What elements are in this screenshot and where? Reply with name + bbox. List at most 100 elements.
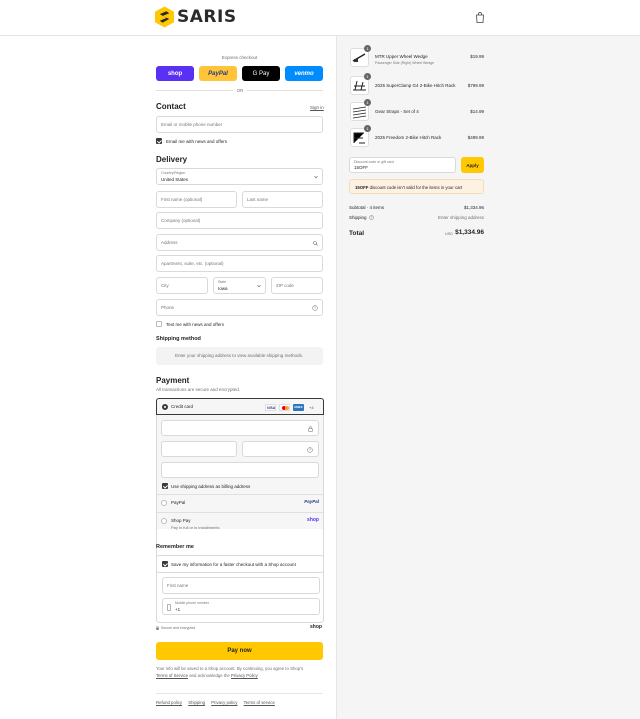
remember-first-name-field[interactable]: First name	[162, 577, 320, 594]
item-quantity-badge: 1	[364, 73, 371, 80]
subtotal-label: Subtotal · 4 items	[349, 205, 385, 210]
help-circle-icon[interactable]: ?	[312, 305, 318, 311]
footer-link-terms[interactable]: Terms of service	[244, 700, 275, 705]
mobile-phone-field[interactable]: Mobile phone number +1	[162, 598, 320, 615]
last-name-field[interactable]: Last name	[242, 191, 323, 208]
paypal-option-label: PayPal	[171, 500, 186, 505]
visa-icon: VISA	[265, 404, 276, 411]
paypal-radio[interactable]	[161, 500, 167, 506]
item-name: Gear Straps - Set of 4	[375, 109, 419, 114]
apply-button[interactable]: Apply	[461, 157, 484, 173]
lock-icon	[156, 626, 159, 630]
text-news-label: Text me with news and offers	[166, 322, 224, 327]
discount-code-field[interactable]: Discount code or gift card 15OFF	[349, 157, 456, 173]
text-news-checkbox[interactable]	[156, 321, 162, 327]
product-thumbnail: 1	[350, 45, 371, 67]
company-field[interactable]: Company (optional)	[156, 212, 323, 229]
city-field[interactable]: City	[156, 277, 208, 294]
pay-now-label: Pay now	[227, 648, 252, 654]
shopping-bag-icon[interactable]	[475, 12, 485, 23]
email-news-checkbox[interactable]	[156, 138, 162, 144]
checkout-form: Express checkout shop PayPal G Pay venmo…	[0, 36, 337, 719]
svg-text:?: ?	[314, 306, 316, 310]
address-field[interactable]: Address	[156, 234, 323, 251]
security-code-field[interactable]: ?	[242, 441, 319, 457]
billing-same-label: Use shipping address as billing address	[171, 484, 251, 489]
first-name-placeholder: First name (optional)	[161, 197, 203, 202]
paypal-express-button[interactable]: PayPal	[199, 66, 237, 81]
paypal-option[interactable]: PayPal PayPal	[157, 495, 323, 512]
save-info-label: Save my information for a faster checkou…	[171, 562, 296, 567]
credit-card-label: Credit card	[171, 404, 194, 409]
shop-footer-logo: shop	[310, 624, 322, 630]
svg-text:?: ?	[371, 216, 373, 220]
remember-me-heading: Remember me	[156, 544, 194, 550]
brand-name: SARIS	[177, 7, 237, 27]
google-pay-button[interactable]: G Pay	[242, 66, 280, 81]
delivery-heading: Delivery	[156, 155, 188, 164]
help-circle-icon[interactable]: ?	[369, 215, 374, 220]
shop-pay-express-button[interactable]: shop	[156, 66, 194, 81]
phone-placeholder: Phone	[161, 305, 175, 310]
mastercard-icon	[279, 404, 290, 411]
pay-now-button[interactable]: Pay now	[156, 642, 323, 660]
billing-same-checkbox[interactable]	[162, 483, 168, 489]
gpay-label: G Pay	[252, 70, 270, 77]
save-info-checkbox[interactable]	[162, 561, 168, 567]
shop-pay-option[interactable]: Shop Pay Pay in full or in installments …	[157, 513, 323, 535]
item-price: $19.99	[470, 54, 484, 59]
item-variant: Passenger Side (Right) Wheel Wedge	[375, 61, 435, 65]
name-on-card-field[interactable]	[161, 462, 319, 478]
express-checkout-title: Express checkout	[221, 55, 258, 60]
phone-field[interactable]: Phone ?	[156, 299, 323, 316]
shop-privacy-link[interactable]: Privacy Policy	[231, 673, 258, 678]
paypal-label: PayPal	[208, 70, 228, 77]
footer-link-refund[interactable]: Refund policy	[156, 700, 182, 705]
amex-icon: AMEX	[293, 404, 304, 411]
email-placeholder: Email or mobile phone number	[161, 122, 223, 127]
discount-value: 15OFF	[354, 165, 369, 170]
payment-heading: Payment	[156, 376, 190, 385]
shipping-method-message: Enter your shipping address to view avai…	[175, 353, 304, 358]
footer-link-privacy[interactable]: Privacy policy	[211, 700, 237, 705]
country-select[interactable]: Country/Region United States	[156, 168, 323, 185]
shipping-method-box: Enter your shipping address to view avai…	[156, 347, 323, 365]
item-price: $799.99	[467, 83, 484, 88]
svg-text:?: ?	[309, 448, 311, 452]
saris-logo[interactable]: SARIS	[155, 6, 237, 28]
credit-card-option[interactable]: Credit card VISA AMEX +4	[156, 398, 324, 415]
item-price: $499.99	[467, 135, 484, 140]
apartment-field[interactable]: Apartment, suite, etc. (optional)	[156, 255, 323, 272]
shop-pay-option-label: Shop Pay	[171, 518, 191, 523]
shop-pay-label: shop	[167, 70, 183, 77]
footer-link-shipping[interactable]: Shipping	[188, 700, 205, 705]
payment-subtitle: All transactions are secure and encrypte…	[156, 387, 241, 392]
state-select[interactable]: State Iowa	[213, 277, 266, 294]
expiry-field[interactable]	[161, 441, 237, 457]
mobile-phone-label: Mobile phone number	[175, 601, 209, 605]
sign-in-link[interactable]: Sign in	[310, 105, 324, 110]
mobile-phone-value: +1	[175, 607, 181, 612]
country-label: Country/Region	[161, 171, 186, 175]
last-name-placeholder: Last name	[247, 197, 269, 202]
help-circle-icon[interactable]: ?	[307, 447, 313, 453]
discount-label: Discount code or gift card	[354, 160, 394, 164]
card-number-field[interactable]	[161, 420, 319, 436]
item-quantity-badge: 1	[364, 45, 371, 52]
search-icon	[313, 241, 318, 246]
credit-card-radio[interactable]	[162, 404, 168, 410]
first-name-field[interactable]: First name (optional)	[156, 191, 237, 208]
address-placeholder: Address	[161, 240, 178, 245]
shop-tos-link[interactable]: Terms of Service	[156, 673, 188, 678]
email-field[interactable]: Email or mobile phone number	[156, 116, 323, 133]
saris-logo-icon	[155, 6, 174, 28]
venmo-button[interactable]: venmo	[285, 66, 323, 81]
state-label: State	[218, 280, 227, 284]
or-divider-text: OR	[236, 88, 244, 93]
zip-field[interactable]: ZIP code	[271, 277, 323, 294]
shop-logo: shop	[307, 517, 319, 523]
shop-pay-radio[interactable]	[161, 518, 167, 524]
zip-placeholder: ZIP code	[276, 283, 294, 288]
legal-text: Your info will be saved to a Shop accoun…	[156, 665, 323, 679]
company-placeholder: Company (optional)	[161, 218, 201, 223]
